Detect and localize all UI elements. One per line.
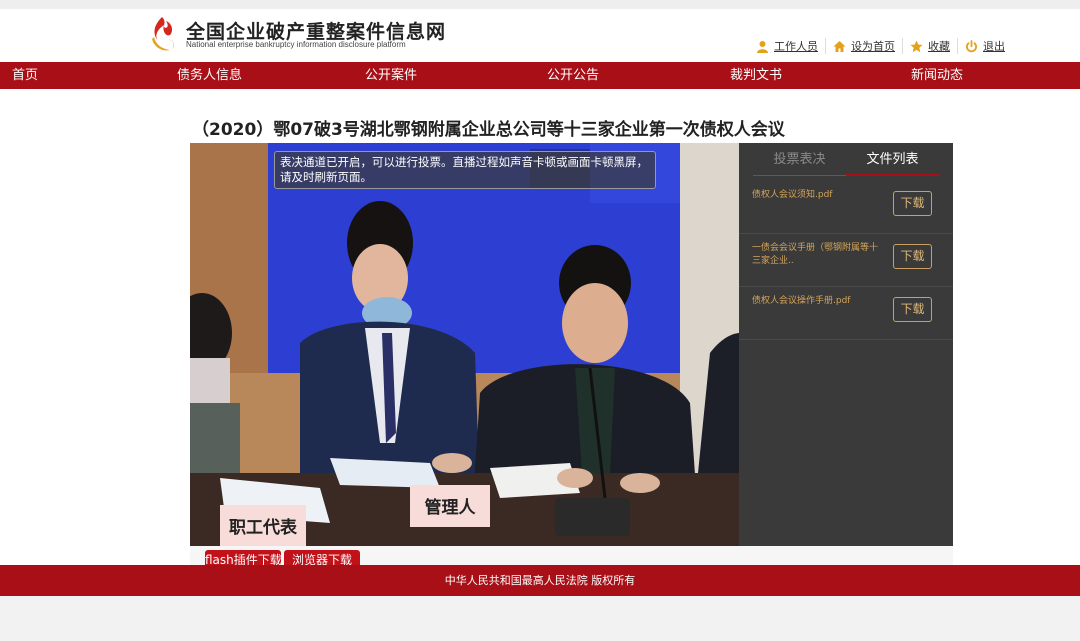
- set-homepage-label: 设为首页: [851, 40, 895, 53]
- staff-link-label: 工作人员: [774, 40, 818, 53]
- download-button[interactable]: 下载: [893, 297, 932, 322]
- download-button[interactable]: 下载: [893, 244, 932, 269]
- power-icon: [966, 39, 977, 52]
- favorite-label: 收藏: [928, 40, 950, 53]
- file-row: 债权人会议须知.pdf 下载: [739, 181, 953, 234]
- favorite-link[interactable]: 收藏: [902, 38, 957, 54]
- staff-link[interactable]: 工作人员: [756, 38, 825, 54]
- site-subtitle: National enterprise bankruptcy informati…: [186, 40, 406, 49]
- main-nav: 首页 债务人信息 公开案件 公开公告 裁判文书 新闻动态: [0, 62, 1080, 89]
- file-name[interactable]: 债权人会议须知.pdf: [752, 189, 884, 202]
- main-content: （2020）鄂07破3号湖北鄂钢附属企业总公司等十三家企业第一次债权人会议 职工…: [0, 89, 1080, 565]
- home-icon: [833, 40, 846, 52]
- nav-judgments[interactable]: 裁判文书: [730, 62, 782, 89]
- nav-public-notices[interactable]: 公开公告: [547, 62, 599, 89]
- nameplate-worker-representative: 职工代表: [229, 518, 297, 538]
- top-strip: [0, 0, 1080, 9]
- file-name[interactable]: 一债会会议手册（鄂钢附属等十三家企业..: [752, 242, 884, 268]
- file-name[interactable]: 债权人会议操作手册.pdf: [752, 295, 884, 308]
- nav-home[interactable]: 首页: [12, 62, 38, 89]
- user-links: 工作人员 设为首页 收藏 退出: [756, 38, 1012, 54]
- browser-download-button[interactable]: 浏览器下载: [284, 550, 360, 565]
- user-icon: [757, 40, 768, 53]
- star-icon: [910, 40, 923, 52]
- footer-copyright: 中华人民共和国最高人民法院 版权所有: [0, 565, 1080, 596]
- video-frame: [190, 143, 739, 546]
- download-button[interactable]: 下载: [893, 191, 932, 216]
- logout-label: 退出: [983, 40, 1005, 53]
- side-panel: 投票表决 文件列表 债权人会议须知.pdf 下载 一债会会议手册（鄂钢附属等十三…: [739, 143, 953, 546]
- meeting-title: （2020）鄂07破3号湖北鄂钢附属企业总公司等十三家企业第一次债权人会议: [192, 120, 785, 140]
- nav-news[interactable]: 新闻动态: [911, 62, 963, 89]
- download-buttons-bar: flash插件下载 浏览器下载: [190, 546, 953, 565]
- nameplate-administrator: 管理人: [424, 498, 476, 518]
- nav-debtor-info[interactable]: 债务人信息: [177, 62, 242, 89]
- set-homepage-link[interactable]: 设为首页: [825, 38, 902, 54]
- tab-file-list[interactable]: 文件列表: [846, 143, 939, 176]
- file-row: 一债会会议手册（鄂钢附属等十三家企业.. 下载: [739, 234, 953, 287]
- side-tabs: 投票表决 文件列表: [753, 143, 939, 176]
- logo-icon: [152, 17, 175, 51]
- live-video-player[interactable]: 职工代表 管理人 表决通道已开启，可以进行投票。直播过程如声音卡顿或画面卡顿黑屏…: [190, 143, 739, 546]
- logout-link[interactable]: 退出: [957, 38, 1012, 54]
- voting-notice: 表决通道已开启，可以进行投票。直播过程如声音卡顿或画面卡顿黑屏，请及时刷新页面。: [274, 151, 656, 189]
- tab-voting[interactable]: 投票表决: [753, 143, 846, 176]
- file-row: 债权人会议操作手册.pdf 下载: [739, 287, 953, 340]
- flash-download-button[interactable]: flash插件下载: [205, 550, 282, 565]
- header: 全国企业破产重整案件信息网 National enterprise bankru…: [0, 9, 1080, 62]
- nav-public-cases[interactable]: 公开案件: [365, 62, 417, 89]
